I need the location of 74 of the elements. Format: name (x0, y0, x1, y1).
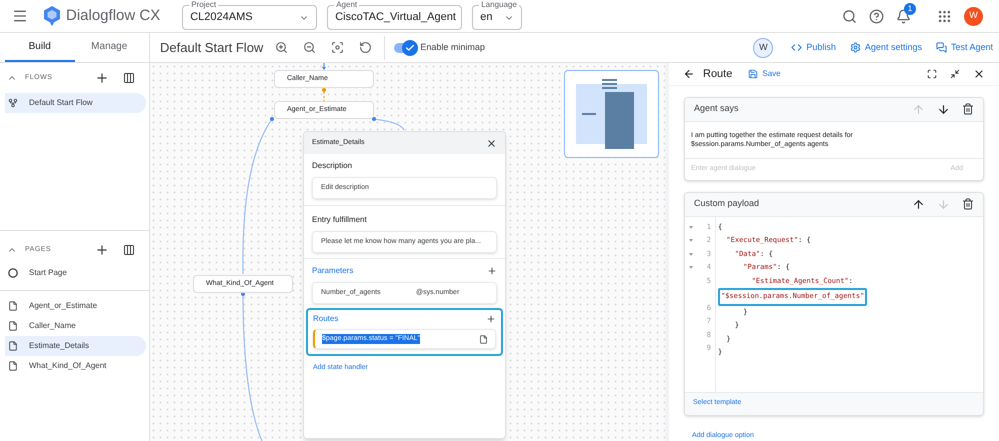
page-icon (8, 341, 18, 351)
connector-line (372, 117, 404, 130)
page-icon (8, 361, 18, 371)
notification-badge: 1 (904, 2, 916, 14)
panel-title: Route (703, 67, 732, 82)
zoom-in-icon[interactable] (275, 41, 288, 54)
page-item[interactable]: What_Kind_Of_Agent (5, 356, 146, 376)
user-avatar[interactable]: W (753, 38, 774, 58)
connector-line (322, 88, 326, 102)
fold-icon[interactable] (689, 226, 693, 229)
minimap-toggle[interactable]: Enable minimap (394, 40, 485, 54)
field-value: CL2024AMS (190, 10, 253, 26)
back-icon[interactable] (683, 68, 695, 80)
apps-grid-icon[interactable] (937, 8, 952, 24)
save-button[interactable]: Save (748, 68, 781, 80)
field-label: Language (479, 0, 519, 10)
section-heading: Routes (313, 313, 338, 325)
settings-icon (850, 42, 861, 53)
help-icon[interactable] (869, 8, 884, 24)
table-icon[interactable] (123, 244, 135, 256)
delete-icon[interactable] (962, 103, 974, 115)
table-icon[interactable] (123, 72, 135, 84)
page-item[interactable]: Start Page (5, 263, 146, 283)
fold-icon[interactable] (689, 252, 693, 256)
section-heading: Entry fulfillment (311, 214, 368, 226)
connector-line (322, 63, 326, 70)
page-item[interactable]: Agent_or_Estimate (5, 296, 146, 316)
collapse-panel-icon[interactable] (950, 69, 960, 80)
menu-icon[interactable] (12, 8, 28, 24)
toolbar-action[interactable]: Test Agent (936, 40, 993, 54)
page-icon (8, 321, 18, 331)
app-name: Dialogflow CX (66, 6, 160, 26)
flow-title: Default Start Flow (160, 38, 264, 57)
logo-icon (44, 6, 60, 26)
add-icon[interactable] (487, 266, 497, 276)
check-icon (405, 42, 416, 52)
field-label: Project (189, 0, 218, 10)
reset-icon[interactable] (359, 41, 372, 54)
field-value: CiscoTAC_Virtual_Agent (335, 10, 456, 26)
save-icon (748, 69, 758, 80)
code-icon (791, 42, 802, 53)
search-icon[interactable] (842, 8, 857, 24)
page-icon (479, 334, 488, 344)
close-icon[interactable] (973, 68, 985, 80)
fit-view-icon[interactable] (331, 41, 344, 54)
toolbar-action[interactable]: Agent settings (850, 40, 922, 54)
delete-icon[interactable] (962, 198, 974, 210)
minimap[interactable] (564, 70, 659, 158)
add-icon[interactable] (95, 71, 109, 85)
fold-icon[interactable] (689, 239, 693, 242)
toolbar-action[interactable]: Publish (791, 40, 836, 54)
start-icon (8, 268, 18, 278)
field-value: en (480, 10, 492, 26)
flow-item[interactable]: Default Start Flow (5, 93, 146, 113)
add-icon[interactable] (486, 314, 496, 324)
card-title: Custom payload (694, 197, 760, 210)
section-heading: Description (311, 160, 354, 172)
page-item[interactable]: Caller_Name (5, 316, 146, 336)
move-down-icon[interactable] (937, 102, 950, 116)
zoom-out-icon[interactable] (303, 41, 316, 54)
card-title: Agent says (694, 102, 739, 116)
fold-icon[interactable] (689, 266, 693, 270)
section-heading: Parameters (312, 265, 354, 277)
move-up-icon[interactable] (912, 198, 925, 210)
flow-icon (8, 98, 18, 108)
close-icon[interactable] (486, 138, 497, 148)
add-icon[interactable] (95, 243, 109, 257)
minimap-drawing (576, 79, 647, 149)
nav-tab[interactable]: Manage (74, 33, 144, 62)
field-label: Agent (334, 0, 360, 10)
chat-icon (936, 42, 947, 53)
page-icon (8, 301, 18, 311)
page-item[interactable]: Estimate_Details (5, 336, 146, 356)
fullscreen-icon[interactable] (927, 69, 937, 80)
